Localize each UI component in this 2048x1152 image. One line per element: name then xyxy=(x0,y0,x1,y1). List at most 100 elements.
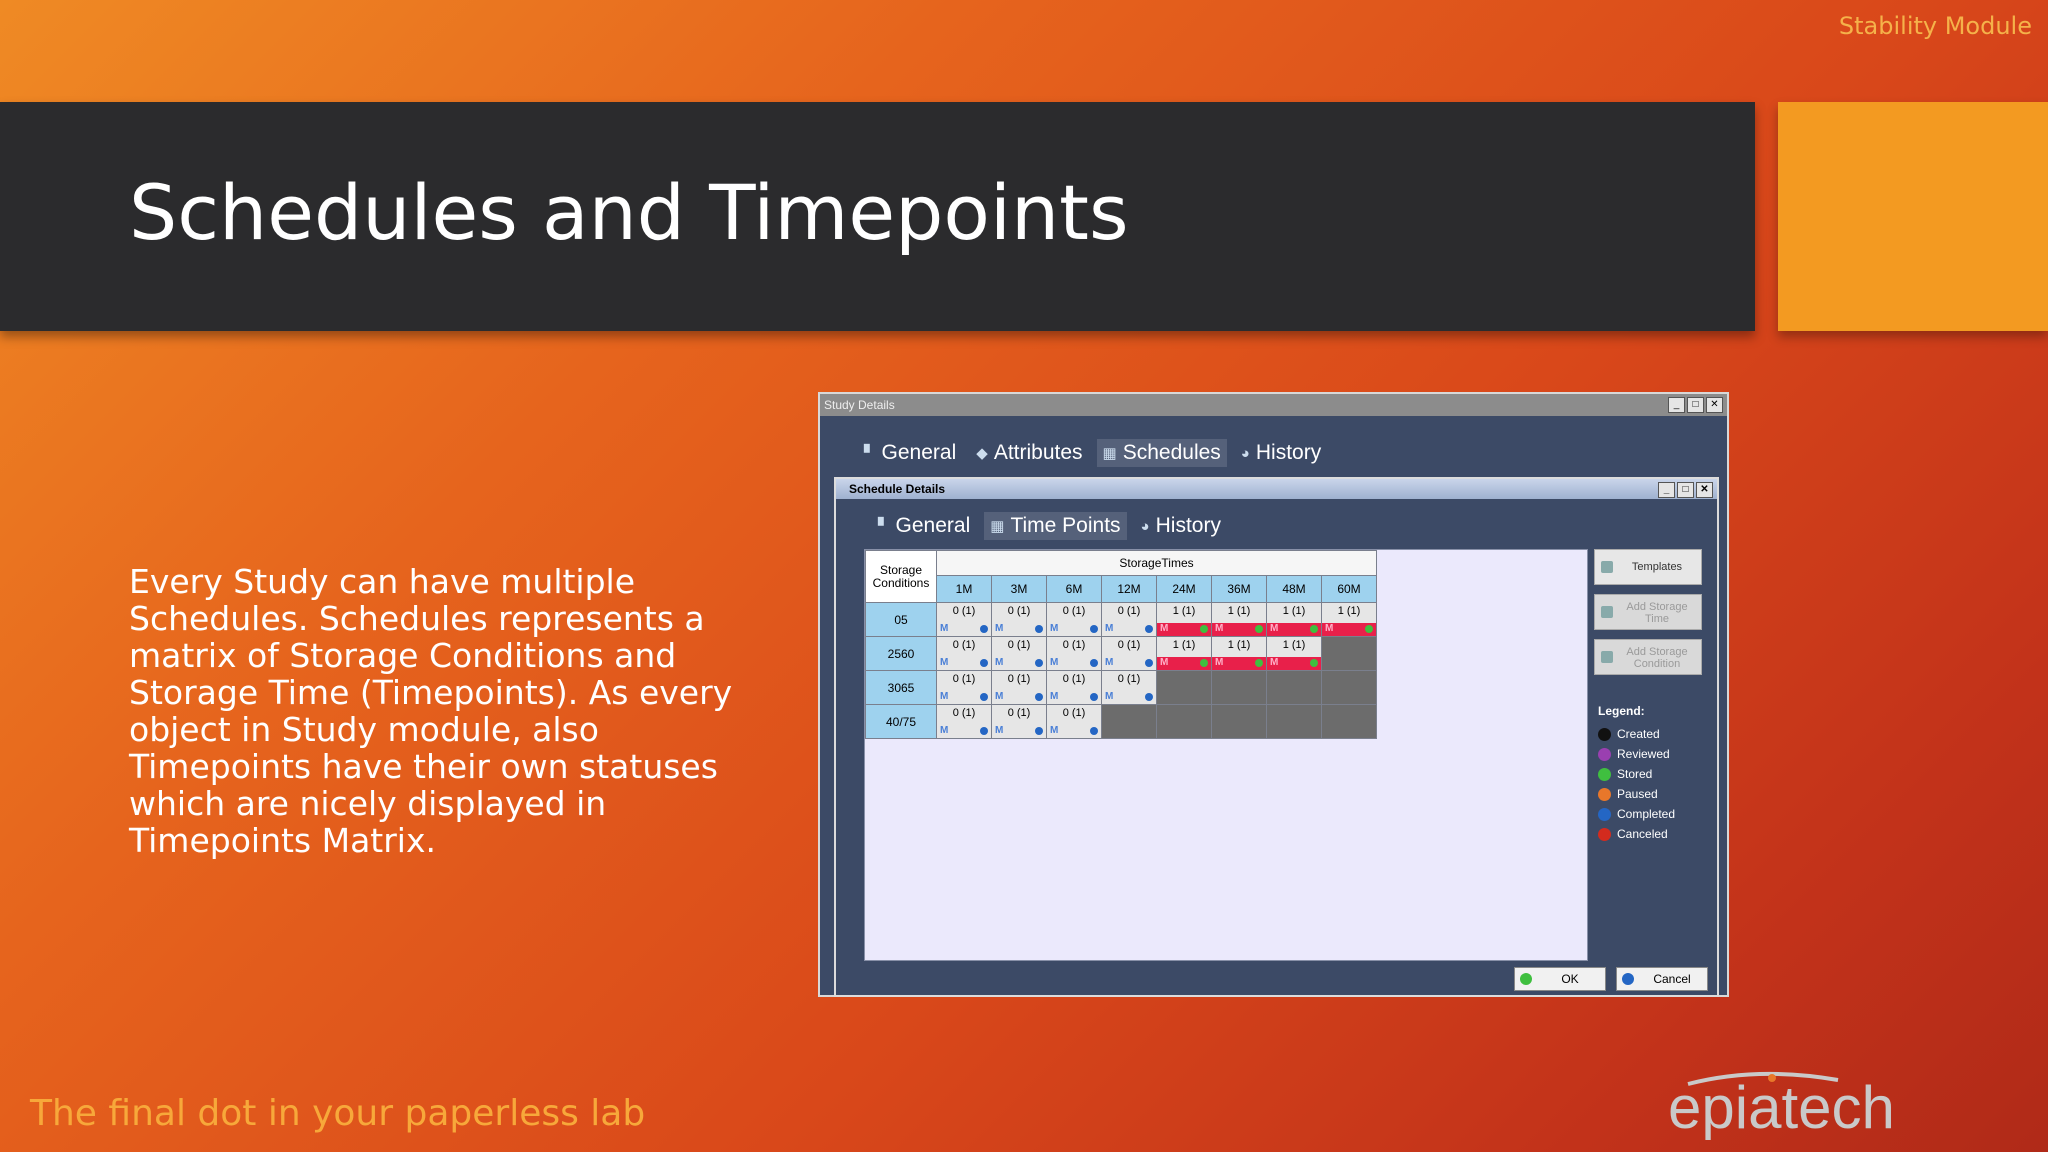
status-swatch-icon xyxy=(1598,727,1611,741)
storage-time-header[interactable]: 6M xyxy=(1046,574,1102,604)
storage-condition-label[interactable]: 3065 xyxy=(865,670,937,705)
timepoint-cell[interactable]: 0 (1) M xyxy=(991,602,1047,637)
ok-button[interactable]: OK xyxy=(1514,967,1606,991)
study-details-titlebar[interactable]: Study Details _ □ ✕ xyxy=(820,394,1727,416)
general-icon: ▘ xyxy=(878,518,890,535)
timepoint-cell[interactable]: 1 (1) M xyxy=(1266,602,1322,637)
timepoint-count: 1 (1) xyxy=(1227,605,1251,617)
storage-time-header[interactable]: 48M xyxy=(1266,574,1322,604)
legend-item: Paused xyxy=(1598,784,1675,804)
timepoint-cell[interactable]: 0 (1) M xyxy=(1101,602,1157,637)
m-marker-icon: M xyxy=(1160,623,1169,634)
close-icon[interactable]: ✕ xyxy=(1706,397,1723,413)
timepoint-cell[interactable]: 0 (1) M xyxy=(991,636,1047,671)
storage-time-header[interactable]: 24M xyxy=(1156,574,1212,604)
tab-attributes[interactable]: ◆ Attributes xyxy=(970,439,1088,467)
tab-schedules[interactable]: ▦ Schedules xyxy=(1096,439,1227,467)
empty-timepoint-cell[interactable] xyxy=(1321,670,1377,705)
timepoint-cell[interactable]: 1 (1) M xyxy=(1211,602,1267,637)
timepoint-cell[interactable]: 1 (1) M xyxy=(1266,636,1322,671)
timepoint-cell[interactable]: 0 (1) M xyxy=(1101,636,1157,671)
timepoint-count: 0 (1) xyxy=(1062,673,1086,685)
m-marker-icon: M xyxy=(1270,623,1279,634)
timepoint-count: 0 (1) xyxy=(1062,707,1086,719)
timepoint-cell[interactable]: 0 (1) M xyxy=(1046,704,1102,739)
maximize-icon[interactable]: □ xyxy=(1677,482,1694,498)
timepoint-cell[interactable]: 0 (1) M xyxy=(936,704,992,739)
window-title: Study Details xyxy=(824,398,895,412)
tab-general[interactable]: ▘ General xyxy=(858,439,962,467)
add-storage-condition-button[interactable]: Add Storage Condition xyxy=(1594,639,1702,675)
storage-condition-label[interactable]: 2560 xyxy=(865,636,937,671)
timepoint-count: 1 (1) xyxy=(1282,605,1306,617)
m-marker-icon: M xyxy=(1050,657,1059,668)
timepoint-cell[interactable]: 0 (1) M xyxy=(936,602,992,637)
m-marker-icon: M xyxy=(995,725,1004,736)
legend-label: Reviewed xyxy=(1617,747,1670,761)
empty-timepoint-cell[interactable] xyxy=(1211,704,1267,739)
timepoint-cell[interactable]: 0 (1) M xyxy=(1046,636,1102,671)
empty-timepoint-cell[interactable] xyxy=(1101,704,1157,739)
window-title: Schedule Details xyxy=(849,482,946,496)
storage-time-header[interactable]: 1M xyxy=(936,574,992,604)
storage-time-header[interactable]: 36M xyxy=(1211,574,1267,604)
legend-label: Canceled xyxy=(1617,827,1668,841)
timepoint-cell[interactable]: 0 (1) M xyxy=(936,636,992,671)
timepoint-cell[interactable]: 0 (1) M xyxy=(991,670,1047,705)
timepoint-cell[interactable]: 0 (1) M xyxy=(991,704,1047,739)
tab-general[interactable]: ▘ General xyxy=(872,512,976,540)
maximize-icon[interactable]: □ xyxy=(1687,397,1704,413)
timepoint-count: 0 (1) xyxy=(1007,707,1031,719)
tab-time-points[interactable]: ▦ Time Points xyxy=(984,512,1127,540)
page-title: Schedules and Timepoints xyxy=(129,168,1129,257)
legend-label: Stored xyxy=(1617,767,1653,781)
timepoint-count: 0 (1) xyxy=(1062,605,1086,617)
timepoint-count: 0 (1) xyxy=(952,605,976,617)
empty-timepoint-cell[interactable] xyxy=(1266,670,1322,705)
grid-icon: ▦ xyxy=(990,518,1005,535)
empty-timepoint-cell[interactable] xyxy=(1156,704,1212,739)
epiatech-logo: epiatech xyxy=(1668,1071,1895,1140)
timepoint-cell[interactable]: 1 (1) M xyxy=(1321,602,1377,637)
close-icon[interactable]: ✕ xyxy=(1696,482,1713,498)
storage-time-header[interactable]: 12M xyxy=(1101,574,1157,604)
m-marker-icon: M xyxy=(1105,691,1114,702)
empty-timepoint-cell[interactable] xyxy=(1211,670,1267,705)
matrix-row: 3065 0 (1) M 0 (1) M 0 (1) M 0 (1) M xyxy=(865,670,1377,705)
timepoint-cell[interactable]: 0 (1) M xyxy=(1046,670,1102,705)
svg-text:epiatech: epiatech xyxy=(1668,1074,1895,1140)
minimize-icon[interactable]: _ xyxy=(1668,397,1685,413)
status-swatch-icon xyxy=(1598,827,1611,841)
timepoint-cell[interactable]: 0 (1) M xyxy=(936,670,992,705)
timepoint-cell[interactable]: 0 (1) M xyxy=(1046,602,1102,637)
timepoint-cell[interactable]: 0 (1) M xyxy=(1101,670,1157,705)
timepoint-cell[interactable]: 1 (1) M xyxy=(1211,636,1267,671)
empty-timepoint-cell[interactable] xyxy=(1266,704,1322,739)
empty-timepoint-cell[interactable] xyxy=(1156,670,1212,705)
m-marker-icon: M xyxy=(1050,623,1059,634)
templates-button[interactable]: Templates xyxy=(1594,549,1702,585)
timepoint-cell[interactable]: 1 (1) M xyxy=(1156,636,1212,671)
timepoint-count: 1 (1) xyxy=(1227,639,1251,651)
tab-history[interactable]: ◕ History xyxy=(1235,439,1327,467)
status-dot-icon xyxy=(1090,625,1098,633)
timepoint-cell[interactable]: 1 (1) M xyxy=(1156,602,1212,637)
timepoints-matrix-panel: Storage Conditions StorageTimes 1M 3M 6M 12… xyxy=(864,549,1588,961)
add-storage-time-button[interactable]: Add Storage Time xyxy=(1594,594,1702,630)
history-icon: ◕ xyxy=(1240,444,1250,462)
m-marker-icon: M xyxy=(1050,725,1059,736)
empty-timepoint-cell[interactable] xyxy=(1321,636,1377,671)
cancel-button[interactable]: Cancel xyxy=(1616,967,1708,991)
legend-item: Stored xyxy=(1598,764,1675,784)
schedule-details-titlebar[interactable]: Schedule Details _ □ ✕ xyxy=(836,479,1717,499)
storage-condition-label[interactable]: 05 xyxy=(865,602,937,637)
minimize-icon[interactable]: _ xyxy=(1658,482,1675,498)
tab-history[interactable]: ◕ History xyxy=(1135,512,1227,540)
empty-timepoint-cell[interactable] xyxy=(1321,704,1377,739)
timepoint-count: 1 (1) xyxy=(1282,639,1306,651)
m-marker-icon: M xyxy=(1215,623,1224,634)
storage-condition-label[interactable]: 40/75 xyxy=(865,704,937,739)
storage-time-header[interactable]: 60M xyxy=(1321,574,1377,604)
storage-time-header[interactable]: 3M xyxy=(991,574,1047,604)
status-dot-icon xyxy=(1035,727,1043,735)
